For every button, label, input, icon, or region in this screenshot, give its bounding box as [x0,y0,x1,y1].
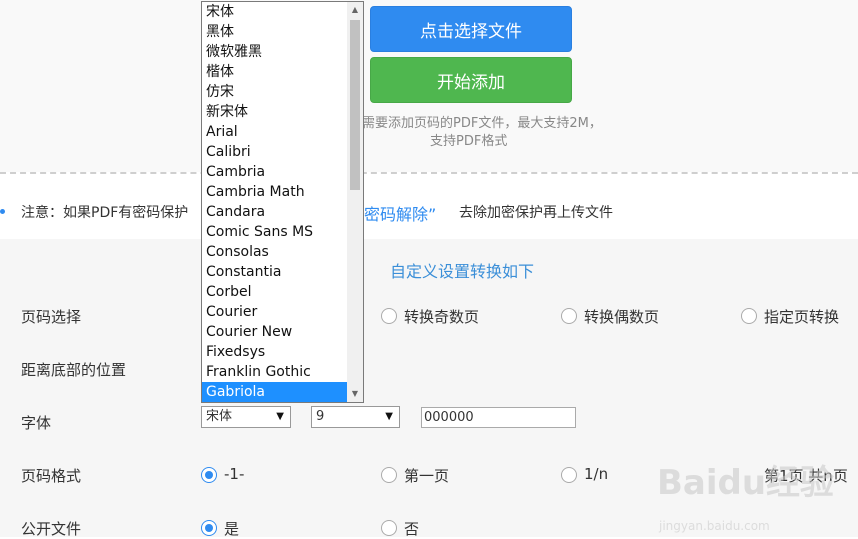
dashed-divider [0,172,858,174]
font-option[interactable]: 楷体 [202,62,347,82]
font-option[interactable]: Gabriola [202,382,347,402]
public-file-label: 公开文件 [21,520,82,538]
page-format-label: 页码格式 [21,467,82,485]
font-options: 宋体 黑体 微软雅黑 楷体 仿宋 新宋体 Arial Calibri Cambria Cambri… [202,2,347,402]
public-yes-label: 是 [224,520,240,538]
scroll-up-icon[interactable]: ▲ [347,2,363,18]
upload-hint-line1: 需要添加页码的PDF文件，最大支持2M， [362,116,602,131]
scroll-down-icon[interactable]: ▼ [347,386,363,402]
radio-format-fraction[interactable] [561,467,577,483]
radio-public-yes[interactable] [201,520,217,536]
font-option[interactable]: Constantia [202,262,347,282]
baidu-watermark-logo: Baidu经验 jingyan.baidu.com [657,463,834,533]
font-option[interactable]: 微软雅黑 [202,42,347,62]
font-option[interactable]: Calibri [202,142,347,162]
font-option[interactable]: Corbel [202,282,347,302]
even-pages-label: 转换偶数页 [584,308,660,326]
font-option[interactable]: Courier New [202,322,347,342]
choose-file-button[interactable]: 点击选择文件 [370,6,572,52]
dropdown-arrow-icon: ▼ [276,411,284,422]
radio-format-dash[interactable] [201,467,217,483]
watermark-brand: Baidu经验 [657,463,834,503]
radio-specified-pages[interactable] [741,308,757,324]
radio-even-pages[interactable] [561,308,577,324]
font-option[interactable]: Comic Sans MS [202,222,347,242]
font-select-value: 宋体 [206,409,233,424]
public-no-label: 否 [404,520,420,538]
font-option[interactable]: Courier [202,302,347,322]
font-color-input[interactable]: 000000 [421,407,576,428]
font-option[interactable]: 新宋体 [202,102,347,122]
radio-public-no[interactable] [381,520,397,536]
notice-bullet-icon [0,209,5,214]
radio-format-chinese[interactable] [381,467,397,483]
font-option[interactable]: Fixedsys [202,342,347,362]
font-option[interactable]: Cambria Math [202,182,347,202]
notice-suffix: 去除加密保护再上传文件 [459,205,613,221]
font-dropdown-list[interactable]: 宋体 黑体 微软雅黑 楷体 仿宋 新宋体 Arial Calibri Cambria Cambri… [201,1,364,403]
dropdown-arrow-icon: ▼ [385,411,393,422]
font-select[interactable]: 宋体 ▼ [201,406,291,428]
watermark-url: jingyan.baidu.com [658,519,770,533]
odd-pages-label: 转换奇数页 [404,308,480,326]
format-fraction-label: 1/n [584,465,609,483]
bottom-position-label: 距离底部的位置 [21,361,127,379]
start-add-button[interactable]: 开始添加 [370,57,572,103]
font-option[interactable]: 黑体 [202,22,347,42]
settings-title: 自定义设置转换如下 [390,262,535,281]
scrollbar-thumb[interactable] [350,20,360,190]
upload-hint-line2: 支持PDF格式 [430,134,508,149]
notice-prefix: 注意：如果PDF有密码保护 [21,205,189,221]
font-size-select[interactable]: 9 ▼ [311,406,400,428]
font-option[interactable]: 仿宋 [202,82,347,102]
password-remove-link[interactable]: 密码解除” [364,201,436,225]
font-option[interactable]: Candara [202,202,347,222]
font-label: 字体 [21,414,52,432]
font-option[interactable]: Cambria [202,162,347,182]
specified-pages-label: 指定页转换 [764,308,840,326]
radio-odd-pages[interactable] [381,308,397,324]
font-option[interactable]: Franklin Gothic [202,362,347,382]
dropdown-scrollbar[interactable]: ▲ ▼ [347,2,363,402]
format-chinese-label: 第一页 [404,467,450,485]
font-option[interactable]: Arial [202,122,347,142]
format-dash-label: -1- [224,465,245,483]
font-size-value: 9 [316,409,325,424]
font-option[interactable]: Consolas [202,242,347,262]
page-select-label: 页码选择 [21,308,82,326]
font-option[interactable]: 宋体 [202,2,347,22]
